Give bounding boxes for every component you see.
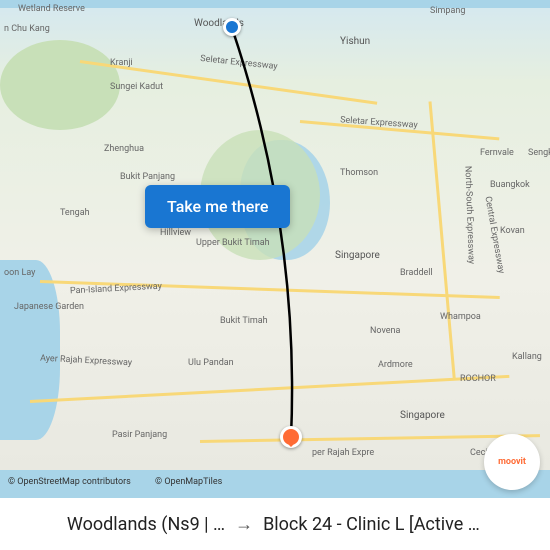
map-label: Whampoa — [440, 312, 481, 322]
map-label: ROCHOR — [460, 374, 496, 384]
map-label: North-South Expressway — [462, 166, 475, 265]
map-label: Japanese Garden — [14, 302, 84, 312]
map-label: per Rajah Expre — [312, 448, 374, 458]
road — [200, 434, 540, 443]
map-label: Kovan — [500, 226, 525, 236]
map-label: Ardmore — [378, 360, 413, 370]
map-label: Wetland Reserve — [18, 4, 85, 14]
map-label: Singapore — [335, 250, 380, 261]
map-label: Yishun — [340, 36, 370, 47]
road — [429, 101, 456, 380]
attribution: © OpenStreetMap contributors © OpenMapTi… — [8, 477, 244, 487]
map-label: Thomson — [340, 168, 378, 178]
osm-attribution[interactable]: © OpenStreetMap contributors — [8, 477, 131, 487]
road — [30, 375, 509, 403]
to-location[interactable]: Block 24 - Clinic L [Active Ce… — [263, 514, 483, 535]
map-label: Kallang — [512, 352, 542, 362]
map-label: Singapore — [400, 410, 445, 421]
map-label: Seletar Expressway — [200, 54, 278, 72]
map-label: Upper Bukit Timah — [196, 238, 270, 248]
start-marker-icon[interactable] — [223, 18, 241, 36]
map-label: Tengah — [60, 208, 90, 218]
map-canvas[interactable]: Wetland Reserve n Chu Kang Kranji Sungei… — [0, 0, 550, 550]
route-footer: Woodlands (Ns9 | … → Block 24 - Clinic L… — [0, 498, 550, 550]
map-label: Bukit Timah — [220, 316, 268, 326]
tiles-attribution[interactable]: © OpenMapTiles — [155, 477, 222, 487]
water-left — [0, 260, 60, 440]
map-label: Kranji — [110, 58, 133, 68]
arrow-right-icon: → — [235, 514, 253, 535]
moovit-badge[interactable]: moovit — [484, 434, 540, 490]
map-label: Novena — [370, 326, 400, 336]
map-label: Ulu Pandan — [188, 358, 234, 368]
moovit-logo-icon: moovit — [498, 458, 526, 467]
map-label: Pasir Panjang — [112, 430, 167, 440]
take-me-there-button[interactable]: Take me there — [145, 185, 290, 228]
map-label: Zhenghua — [104, 144, 144, 154]
map-label: Simpang — [430, 6, 465, 16]
map-label: Buangkok — [490, 180, 530, 190]
map-label: Sungei Kadut — [110, 82, 163, 92]
from-location[interactable]: Woodlands (Ns9 | … — [67, 514, 225, 535]
map-label: Hillview — [160, 228, 191, 238]
green-patch — [0, 40, 120, 130]
map-label: Bukit Panjang — [120, 172, 175, 182]
map-label: oon Lay — [4, 268, 35, 278]
map-label: Braddell — [400, 268, 433, 278]
map-label: n Chu Kang — [4, 24, 50, 34]
end-marker-icon[interactable] — [280, 426, 302, 448]
map-label: Fernvale — [480, 148, 514, 158]
map-label: Sengk — [528, 148, 550, 158]
